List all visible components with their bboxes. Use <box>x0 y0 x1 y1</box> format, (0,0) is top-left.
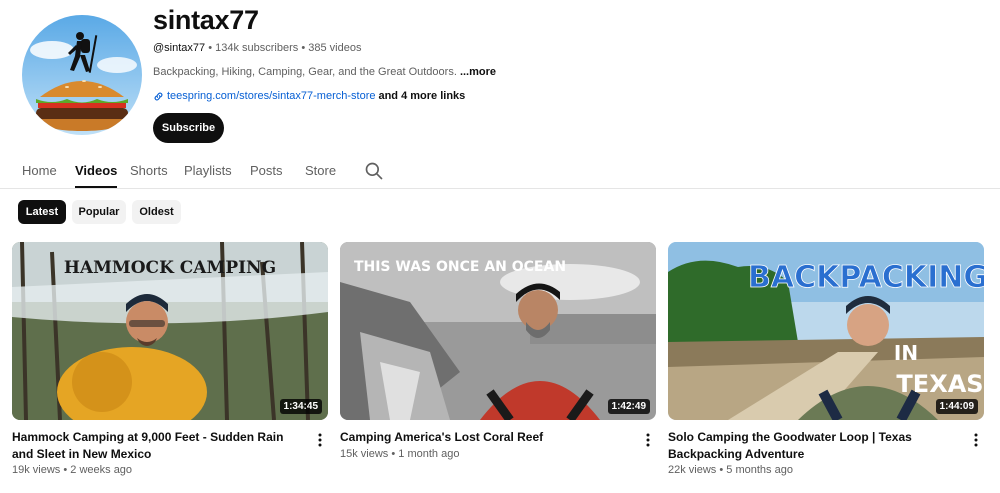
thumbnail-title-text: IN <box>894 341 918 365</box>
tab-store[interactable]: Store <box>305 155 336 185</box>
video-duration: 1:44:09 <box>935 399 978 414</box>
thumbnail-title-text: HAMMOCK CAMPING <box>64 258 276 278</box>
meta-separator: • <box>63 464 68 476</box>
meta-separator: • <box>719 464 724 476</box>
channel-tabs: Home Videos Shorts Playlists Posts Store <box>0 155 1000 189</box>
description-more-link[interactable]: ...more <box>460 66 496 78</box>
search-icon[interactable] <box>364 161 384 181</box>
channel-meta: @sintax77 • 134k subscribers • 385 video… <box>153 41 361 55</box>
video-thumbnail[interactable]: BACKPACKING IN TEXAS 1:44:09 <box>668 242 984 420</box>
video-thumbnail[interactable]: HAMMOCK CAMPING 1:34:45 <box>12 242 328 420</box>
channel-description[interactable]: Backpacking, Hiking, Camping, Gear, and … <box>153 65 496 79</box>
tab-videos[interactable]: Videos <box>75 155 118 188</box>
more-links-button[interactable]: and 4 more links <box>378 89 465 103</box>
more-vert-icon[interactable] <box>970 432 982 448</box>
video-title[interactable]: Solo Camping the Goodwater Loop | Texas … <box>668 429 958 463</box>
video-duration: 1:34:45 <box>279 399 322 414</box>
tab-shorts[interactable]: Shorts <box>130 155 168 185</box>
video-views: 22k views <box>668 464 717 476</box>
chip-popular[interactable]: Popular <box>72 200 126 224</box>
video-title[interactable]: Hammock Camping at 9,000 Feet - Sudden R… <box>12 429 302 463</box>
video-age: 1 month ago <box>398 448 460 460</box>
video-title[interactable]: Camping America's Lost Coral Reef <box>340 429 630 446</box>
video-meta: 22k views • 5 months ago <box>668 463 793 477</box>
video-card[interactable]: HAMMOCK CAMPING 1:34:45 Hammock Camping … <box>12 242 328 476</box>
merch-store-link[interactable]: teespring.com/stores/sintax77-merch-stor… <box>167 89 375 103</box>
video-views: 15k views <box>340 448 389 460</box>
video-thumbnail[interactable]: THIS WAS ONCE AN OCEAN 1:42:49 <box>340 242 656 420</box>
video-meta: 19k views • 2 weeks ago <box>12 463 132 477</box>
thumbnail-title-text: THIS WAS ONCE AN OCEAN <box>354 259 566 275</box>
video-age: 5 months ago <box>726 464 793 476</box>
meta-separator: • <box>301 42 306 54</box>
channel-name: sintax77 <box>153 5 259 35</box>
more-vert-icon[interactable] <box>314 432 326 448</box>
channel-avatar[interactable] <box>22 15 142 135</box>
video-count: 385 videos <box>308 42 362 54</box>
meta-separator: • <box>208 42 213 54</box>
channel-handle: @sintax77 <box>153 42 206 54</box>
thumbnail-title-text: BACKPACKING <box>748 260 984 295</box>
video-card[interactable]: BACKPACKING IN TEXAS 1:44:09 Solo Campin… <box>668 242 984 476</box>
tab-playlists[interactable]: Playlists <box>184 155 232 185</box>
thumbnail-title-text: TEXAS <box>896 370 983 398</box>
description-text: Backpacking, Hiking, Camping, Gear, and … <box>153 66 460 78</box>
subscriber-count: 134k subscribers <box>215 42 299 54</box>
chip-oldest[interactable]: Oldest <box>132 200 181 224</box>
chip-latest[interactable]: Latest <box>18 200 66 224</box>
channel-links: teespring.com/stores/sintax77-merch-stor… <box>153 89 465 103</box>
video-views: 19k views <box>12 464 61 476</box>
link-icon <box>154 92 163 100</box>
meta-separator: • <box>391 448 396 460</box>
video-duration: 1:42:49 <box>607 399 650 414</box>
video-card[interactable]: THIS WAS ONCE AN OCEAN 1:42:49 Camping A… <box>340 242 656 460</box>
video-age: 2 weeks ago <box>70 464 133 476</box>
video-meta: 15k views • 1 month ago <box>340 447 459 461</box>
subscribe-button[interactable]: Subscribe <box>153 113 224 143</box>
tab-posts[interactable]: Posts <box>250 155 283 185</box>
tab-home[interactable]: Home <box>22 155 57 185</box>
more-vert-icon[interactable] <box>642 432 654 448</box>
